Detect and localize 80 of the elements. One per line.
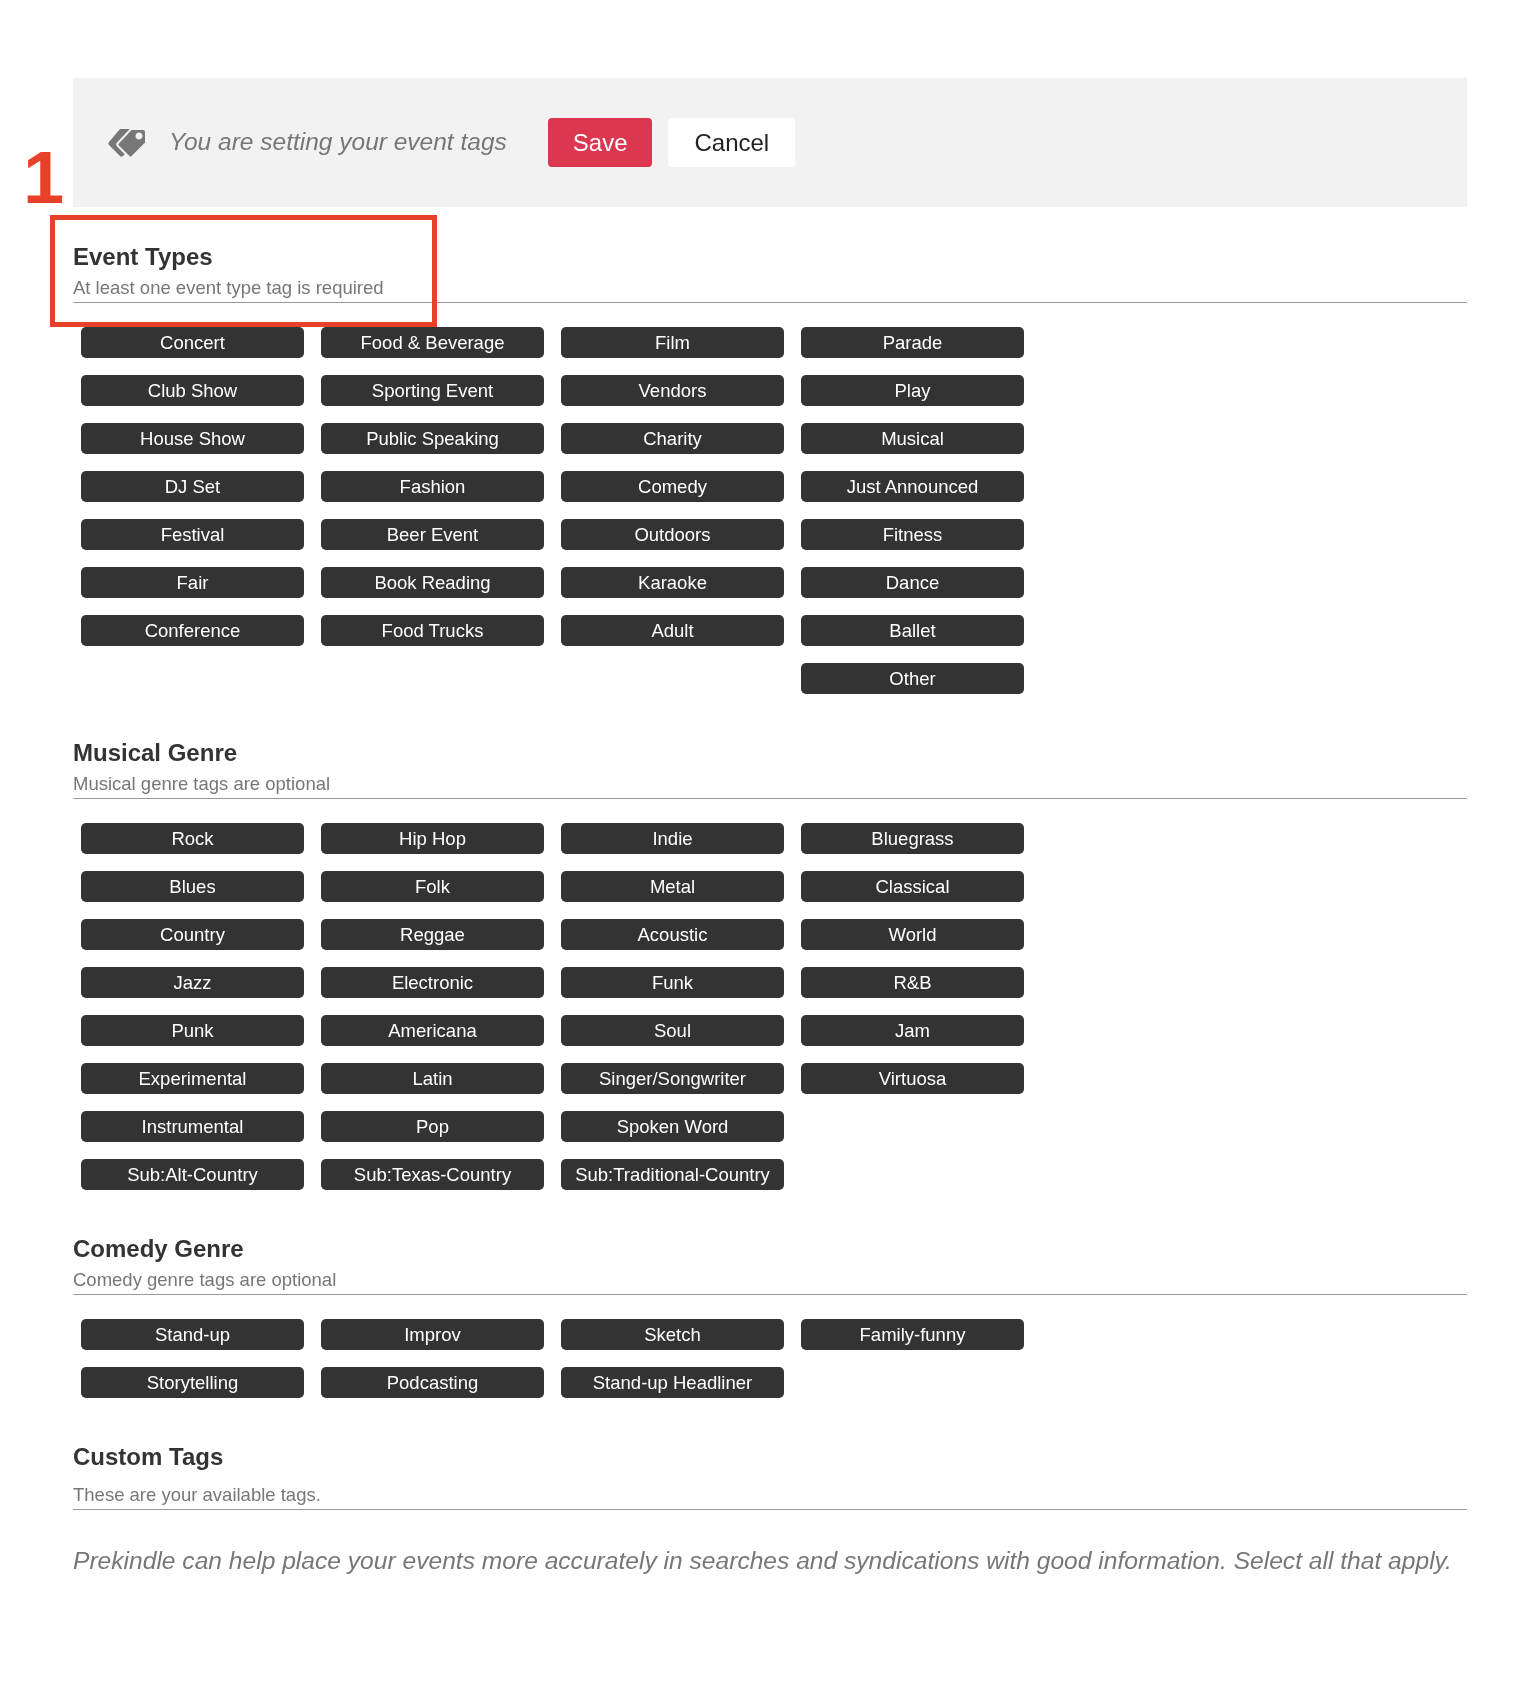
section-title: Event Types — [73, 243, 214, 271]
tag-button[interactable]: Sub:Texas-Country — [321, 1159, 544, 1190]
section-subtitle: At least one event type tag is required — [73, 277, 385, 299]
tag-button[interactable]: Hip Hop — [321, 823, 544, 854]
tag-button[interactable]: Experimental — [81, 1063, 304, 1094]
tag-button[interactable]: Sub:Traditional-Country — [561, 1159, 784, 1190]
tag-button[interactable]: Ballet — [801, 615, 1024, 646]
tag-button[interactable]: Indie — [561, 823, 784, 854]
save-button[interactable]: Save — [547, 118, 653, 167]
tag-button[interactable]: Sporting Event — [321, 375, 544, 406]
tag-button[interactable]: Beer Event — [321, 519, 544, 550]
tag-button[interactable]: Podcasting — [321, 1367, 544, 1398]
tag-button[interactable]: Metal — [561, 871, 784, 902]
tag-button[interactable]: Rock — [81, 823, 304, 854]
tag-button[interactable]: Vendors — [561, 375, 784, 406]
tag-button[interactable]: Jam — [801, 1015, 1024, 1046]
tag-button[interactable]: Public Speaking — [321, 423, 544, 454]
tag-button[interactable]: Electronic — [321, 967, 544, 998]
tag-button[interactable]: Book Reading — [321, 567, 544, 598]
tag-button[interactable]: Karaoke — [561, 567, 784, 598]
tag-button[interactable]: Charity — [561, 423, 784, 454]
tag-button[interactable]: Outdoors — [561, 519, 784, 550]
tag-button[interactable]: Storytelling — [81, 1367, 304, 1398]
tag-button[interactable]: Fitness — [801, 519, 1024, 550]
tag-button[interactable]: Musical — [801, 423, 1024, 454]
tag-button[interactable]: Food & Beverage — [321, 327, 544, 358]
tag-button[interactable]: Fair — [81, 567, 304, 598]
tag-button[interactable]: Adult — [561, 615, 784, 646]
tag-button[interactable]: Stand-up Headliner — [561, 1367, 784, 1398]
tag-button[interactable]: House Show — [81, 423, 304, 454]
tag-button[interactable]: Folk — [321, 871, 544, 902]
tag-button[interactable]: Festival — [81, 519, 304, 550]
tag-button[interactable]: Fashion — [321, 471, 544, 502]
toolbar-message: You are setting your event tags — [169, 127, 507, 158]
tag-button[interactable]: Dance — [801, 567, 1024, 598]
tag-button[interactable]: Bluegrass — [801, 823, 1024, 854]
tag-button[interactable]: Punk — [81, 1015, 304, 1046]
tag-button[interactable]: Other — [801, 663, 1024, 694]
footer-note: Prekindle can help place your events more accurately in searches and syndications with good information. Select all that apply. — [73, 1547, 1453, 1575]
tag-button[interactable]: Stand-up — [81, 1319, 304, 1350]
tag-button[interactable]: Country — [81, 919, 304, 950]
section-subtitle: These are your available tags. — [73, 1484, 322, 1506]
tag-button[interactable]: Virtuosa — [801, 1063, 1024, 1094]
tag-button[interactable]: Sketch — [561, 1319, 784, 1350]
callout-number: 1 — [23, 141, 65, 215]
tag-button[interactable]: Reggae — [321, 919, 544, 950]
tag-button[interactable]: Americana — [321, 1015, 544, 1046]
tag-button[interactable]: Spoken Word — [561, 1111, 784, 1142]
tag-button[interactable]: Play — [801, 375, 1024, 406]
section-title: Custom Tags — [73, 1443, 225, 1471]
tag-button[interactable]: Conference — [81, 615, 304, 646]
section-title: Musical Genre — [73, 739, 239, 767]
tags-icon — [105, 126, 147, 159]
section-subtitle: Comedy genre tags are optional — [73, 1269, 338, 1291]
tag-button[interactable]: Soul — [561, 1015, 784, 1046]
cancel-button[interactable]: Cancel — [668, 118, 796, 167]
tag-button[interactable]: Sub:Alt-Country — [81, 1159, 304, 1190]
section-subtitle: Musical genre tags are optional — [73, 773, 332, 795]
tag-button[interactable]: Instrumental — [81, 1111, 304, 1142]
tag-button[interactable]: Latin — [321, 1063, 544, 1094]
tag-button[interactable]: Club Show — [81, 375, 304, 406]
tag-button[interactable]: Parade — [801, 327, 1024, 358]
tag-button[interactable]: World — [801, 919, 1024, 950]
tag-button[interactable]: Classical — [801, 871, 1024, 902]
tag-button[interactable]: Blues — [81, 871, 304, 902]
tag-button[interactable]: Improv — [321, 1319, 544, 1350]
tag-button[interactable]: Concert — [81, 327, 304, 358]
tag-button[interactable]: Family-funny — [801, 1319, 1024, 1350]
tag-button[interactable]: Just Announced — [801, 471, 1024, 502]
tag-button[interactable]: Pop — [321, 1111, 544, 1142]
tag-button[interactable]: Food Trucks — [321, 615, 544, 646]
tag-button[interactable]: Funk — [561, 967, 784, 998]
tag-button[interactable]: R&B — [801, 967, 1024, 998]
tag-button[interactable]: Singer/Songwriter — [561, 1063, 784, 1094]
tag-button[interactable]: Comedy — [561, 471, 784, 502]
section-title: Comedy Genre — [73, 1235, 245, 1263]
tag-button[interactable]: Acoustic — [561, 919, 784, 950]
tag-button[interactable]: DJ Set — [81, 471, 304, 502]
tag-button[interactable]: Film — [561, 327, 784, 358]
tag-button[interactable]: Jazz — [81, 967, 304, 998]
